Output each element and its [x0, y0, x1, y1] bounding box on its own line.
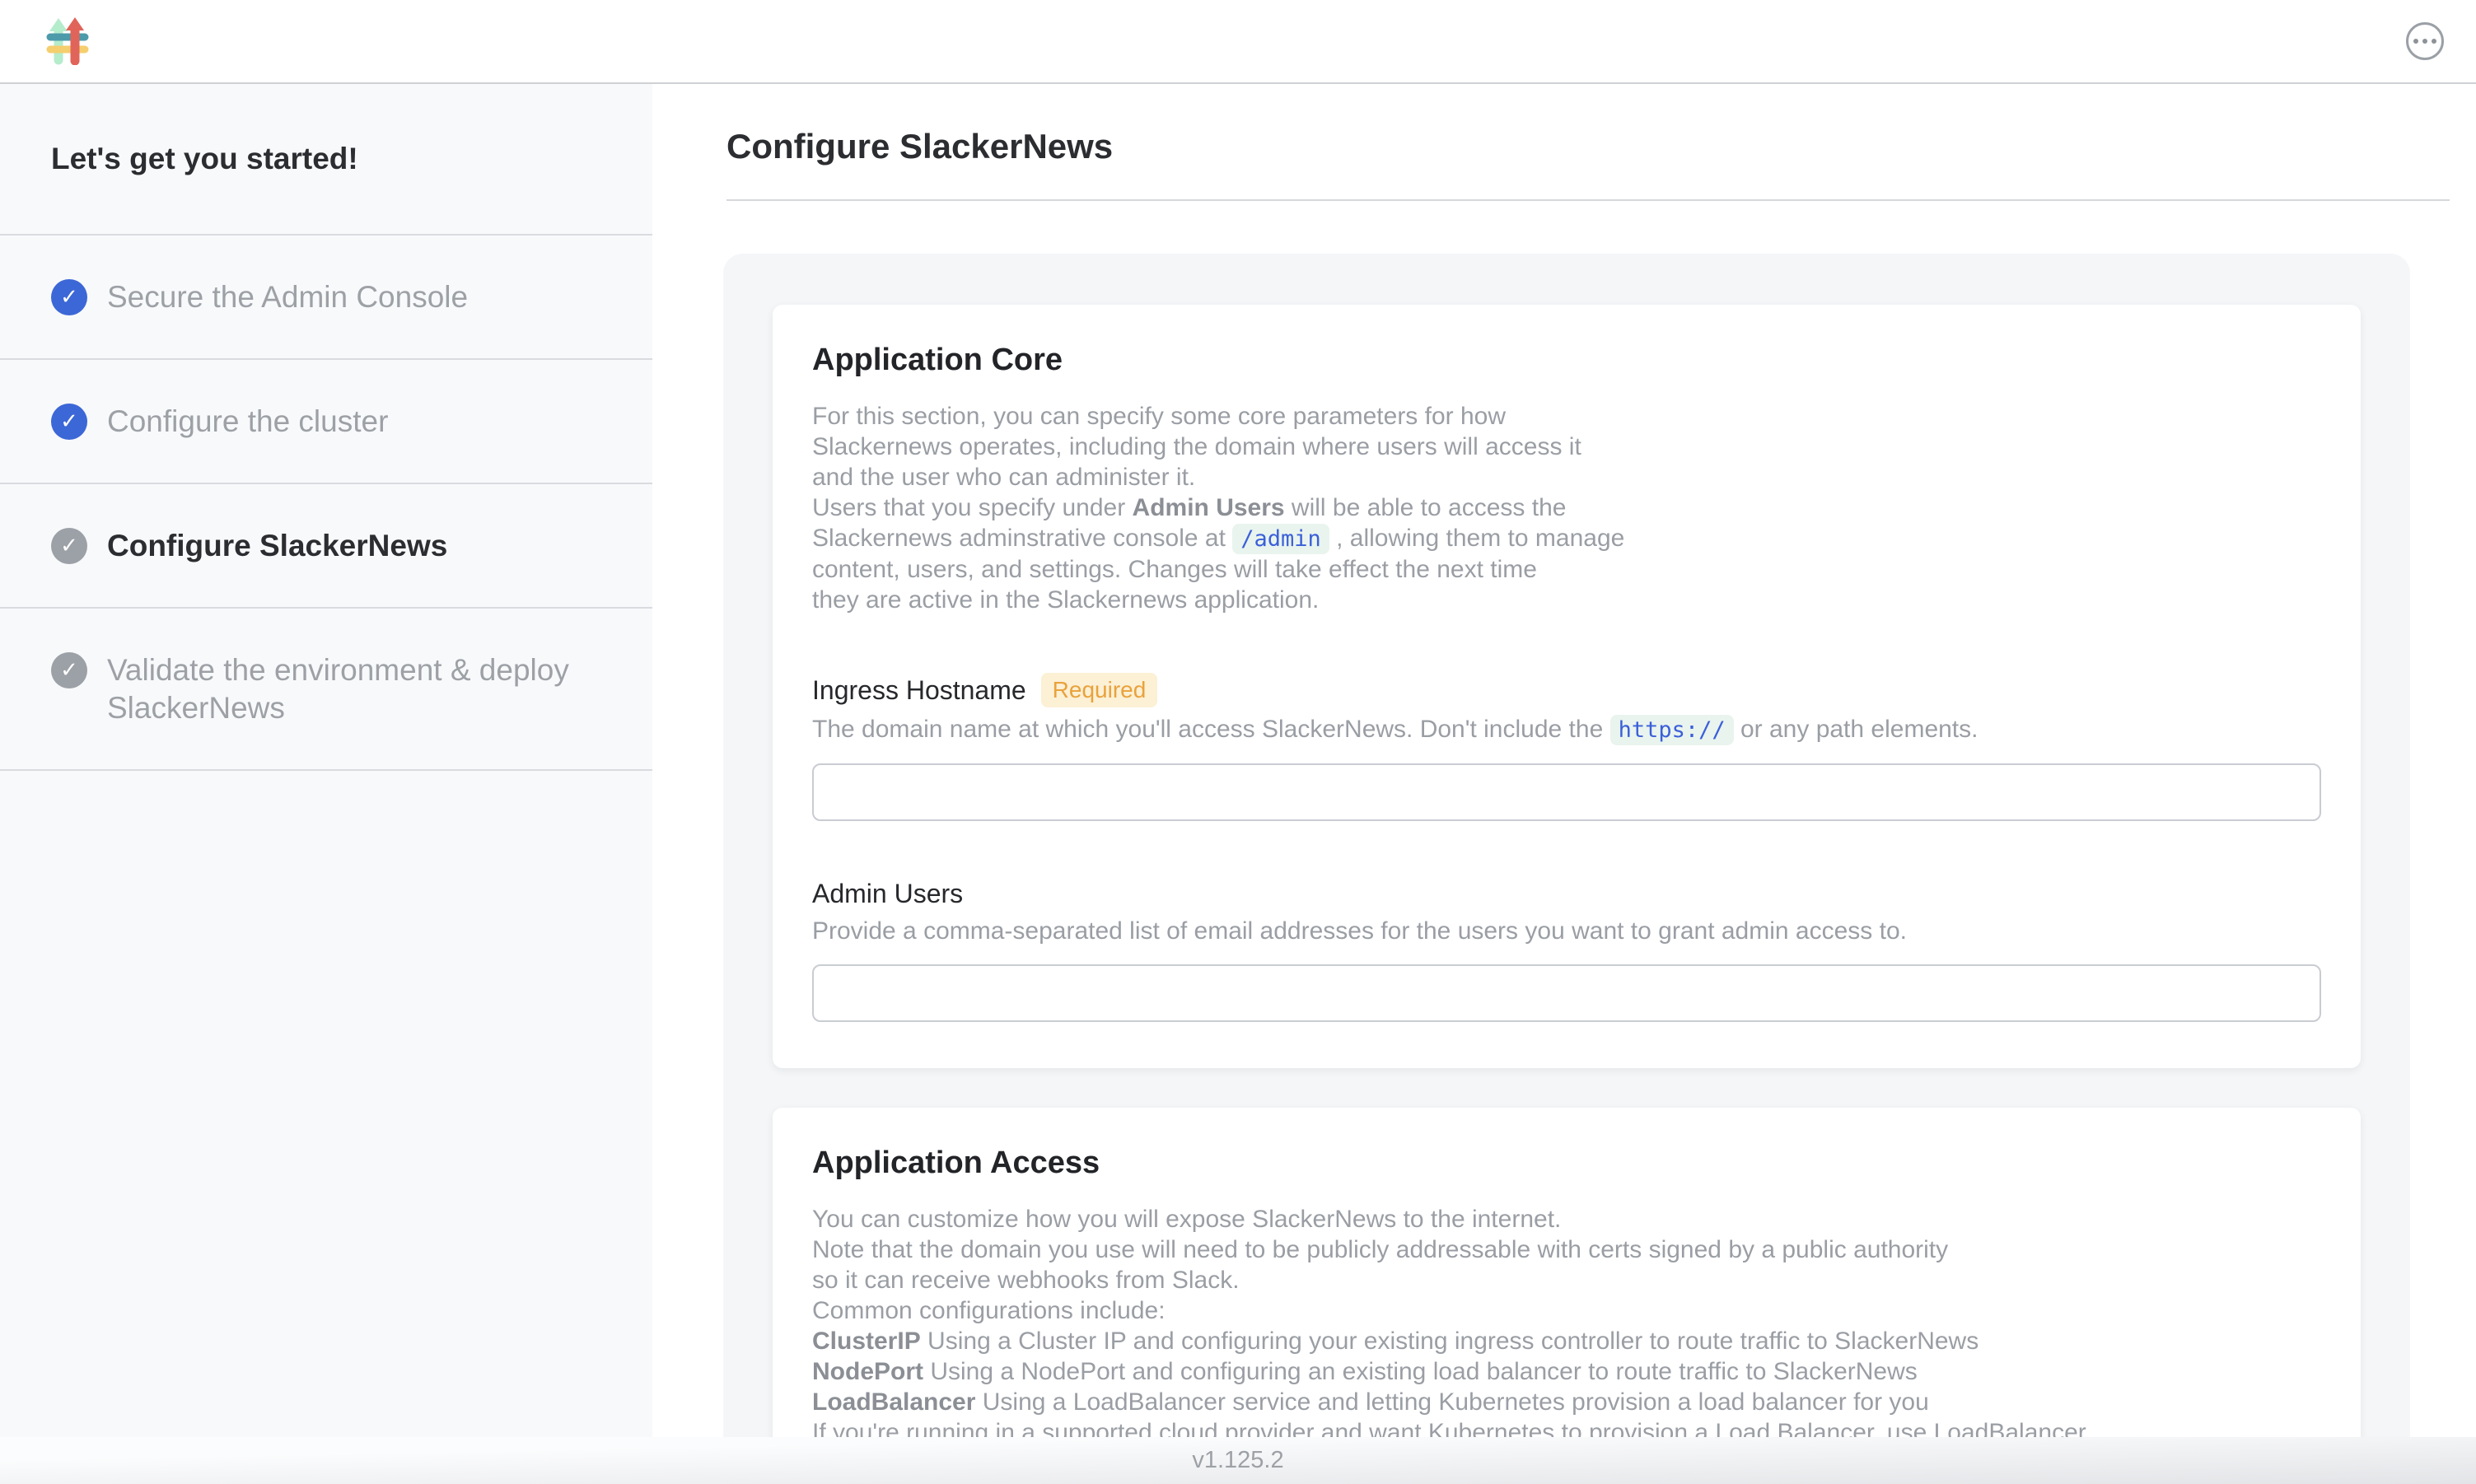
check-circle-icon: ✓: [51, 404, 87, 440]
step-configure-cluster[interactable]: ✓ Configure the cluster: [0, 360, 652, 484]
check-circle-icon: ✓: [51, 528, 87, 564]
setup-stepper-sidebar: Let's get you started! ✓ Secure the Admi…: [0, 84, 652, 1437]
ingress-hostname-help: The domain name at which you'll access S…: [812, 714, 2321, 745]
slackernews-logo-icon: [46, 17, 89, 65]
overflow-menu-button[interactable]: [2406, 22, 2444, 60]
application-access-title: Application Access: [812, 1146, 2321, 1181]
config-panel: Application Core For this section, you c…: [723, 254, 2410, 1437]
app-window: Let's get you started! ✓ Secure the Admi…: [0, 0, 2476, 1484]
footer-bar: v1.125.2: [0, 1437, 2476, 1484]
admin-users-help: Provide a comma-separated list of email …: [812, 916, 2321, 946]
admin-users-field-group: Admin Users Provide a comma-separated li…: [812, 879, 2321, 1022]
application-core-title: Application Core: [812, 343, 2321, 378]
app-version: v1.125.2: [1192, 1447, 1283, 1474]
application-access-card: Application Access You can customize how…: [773, 1108, 2361, 1437]
step-validate-and-deploy[interactable]: ✓ Validate the environment & deploy Slac…: [0, 609, 652, 770]
admin-users-input[interactable]: [812, 964, 2321, 1022]
step-configure-slackernews[interactable]: ✓ Configure SlackerNews: [0, 484, 652, 609]
ingress-hostname-input[interactable]: [812, 763, 2321, 821]
check-circle-icon: ✓: [51, 652, 87, 688]
application-core-card: Application Core For this section, you c…: [773, 305, 2361, 1068]
ingress-hostname-field-group: Ingress Hostname Required The domain nam…: [812, 673, 2321, 821]
application-core-description: For this section, you can specify some c…: [812, 401, 2321, 615]
sidebar-title: Let's get you started!: [0, 84, 652, 236]
admin-users-label: Admin Users: [812, 879, 963, 909]
ellipsis-icon: [2413, 39, 2418, 44]
application-access-description: You can customize how you will expose Sl…: [812, 1204, 2321, 1437]
ingress-hostname-label: Ingress Hostname: [812, 675, 1026, 706]
required-badge: Required: [1041, 673, 1158, 707]
step-secure-admin-console[interactable]: ✓ Secure the Admin Console: [0, 236, 652, 360]
check-circle-icon: ✓: [51, 279, 87, 315]
title-divider: [726, 199, 2450, 201]
page-title: Configure SlackerNews: [726, 127, 2410, 166]
main-content: Configure SlackerNews Application Core F…: [652, 84, 2476, 1437]
top-bar: [0, 0, 2476, 84]
